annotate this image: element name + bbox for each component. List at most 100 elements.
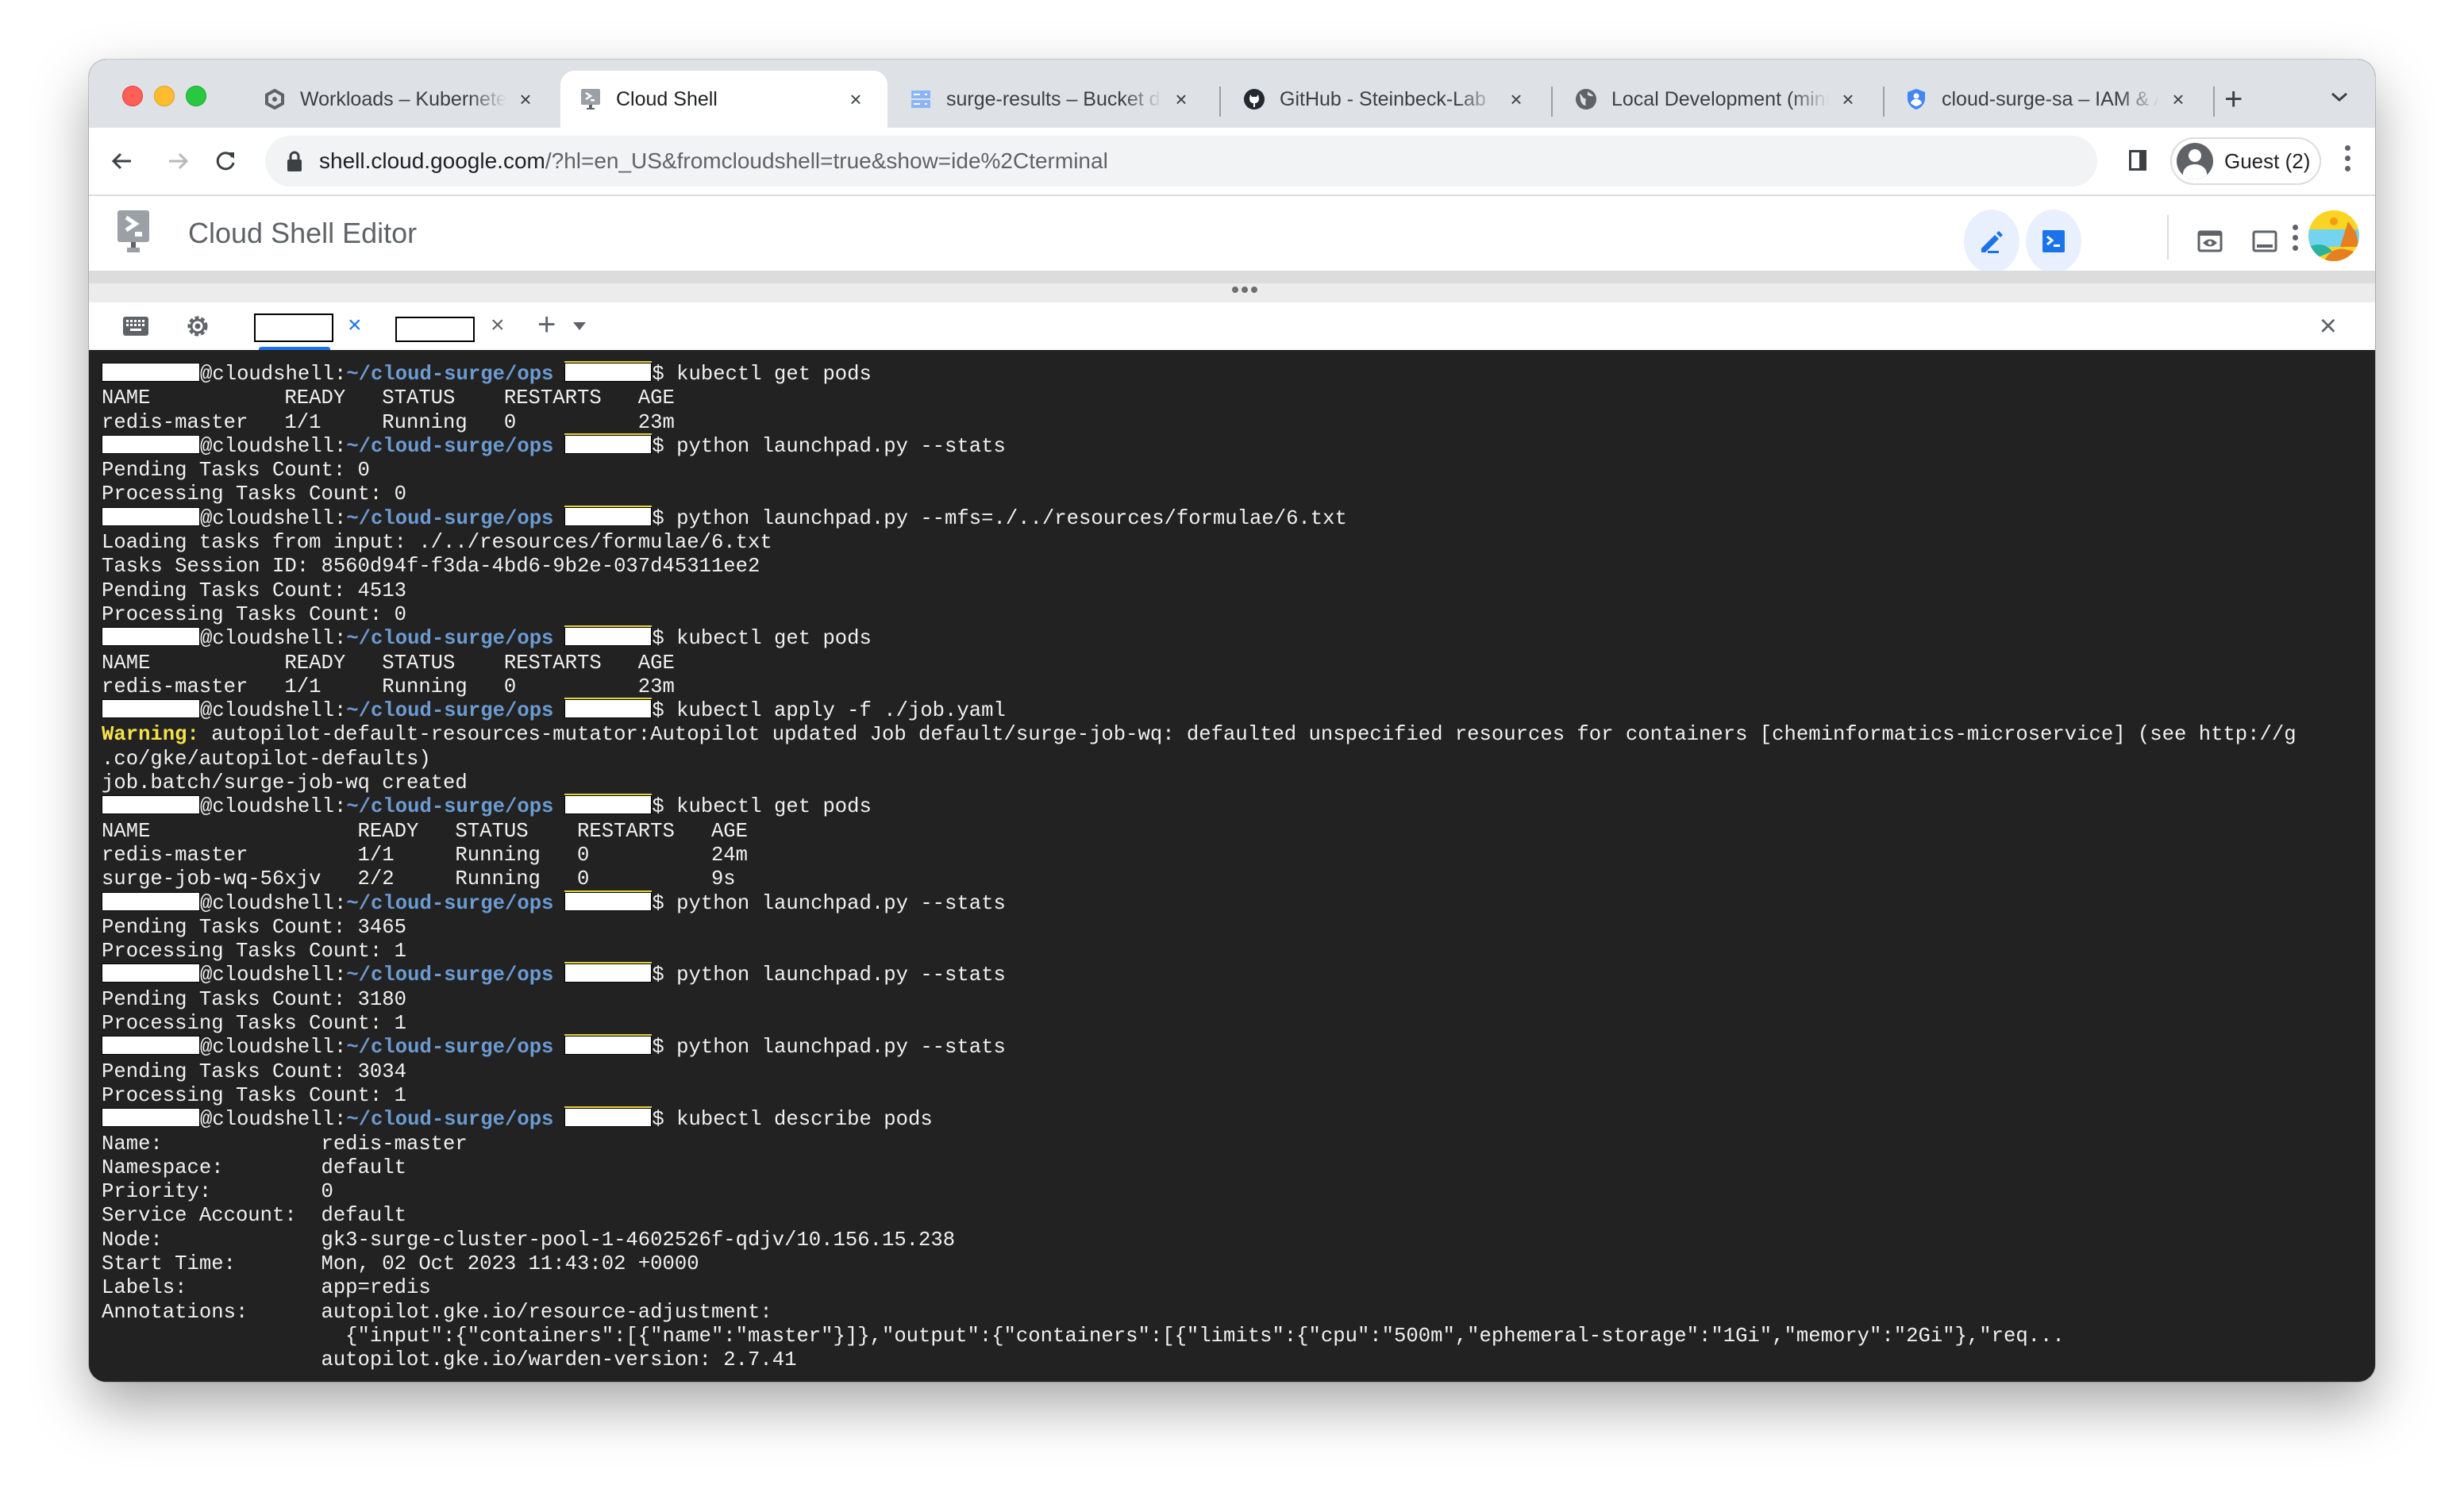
editor-header: Cloud Shell Editor: [89, 196, 2375, 273]
maximize-window-button[interactable]: [186, 86, 206, 106]
command-text: python launchpad.py --stats: [676, 891, 1006, 915]
output-text: Service Account: default: [102, 1204, 406, 1228]
reload-button[interactable]: [208, 144, 243, 179]
globe-icon: [1575, 88, 1597, 110]
prompt-symbol: $: [652, 1108, 677, 1132]
terminal-output-line: NAME READY STATUS RESTARTS AGE: [102, 820, 2362, 844]
tab-search-chevron-icon[interactable]: [2327, 85, 2351, 109]
output-text: Labels: app=redis: [102, 1276, 431, 1300]
output-text: Processing Tasks Count: 1: [102, 1012, 406, 1036]
user-avatar[interactable]: [2308, 210, 2359, 261]
open-terminal-button[interactable]: [2026, 210, 2081, 273]
header-separator: [2167, 215, 2169, 260]
terminal-output-line: Priority: 0: [102, 1180, 2362, 1204]
settings-gear-icon[interactable]: [184, 313, 211, 339]
tab-cloud-shell[interactable]: Cloud Shell ×: [560, 71, 887, 128]
output-text: .co/gke/autopilot-defaults): [102, 747, 431, 771]
output-text: Processing Tasks Count: 1: [102, 1083, 406, 1107]
open-editor-button[interactable]: [1964, 210, 2019, 273]
output-text: Processing Tasks Count: 0: [102, 602, 406, 626]
terminal-prompt-line: @cloudshell:~/cloud-surge/ops $ kubectl a…: [102, 699, 2362, 723]
terminal-prompt-line: @cloudshell:~/cloud-surge/ops $ kubectl g…: [102, 363, 2362, 387]
panel-resize-handle[interactable]: [89, 271, 2375, 302]
iam-shield-icon: [1905, 88, 1927, 110]
avatar-landscape-icon: [2308, 210, 2359, 261]
kubernetes-engine-icon: [264, 88, 286, 110]
terminal-output-line: redis-master 1/1 Running 0 24m: [102, 844, 2362, 867]
tab-workloads[interactable]: Workloads – Kubernetes Engine ×: [244, 71, 557, 128]
back-button[interactable]: [105, 144, 140, 179]
tab-close-button[interactable]: ×: [1837, 87, 1859, 112]
terminal-output-line: {"input":{"containers":[{"name":"master"…: [102, 1325, 2362, 1348]
cloud-storage-icon: [910, 88, 932, 110]
prompt-host: @cloudshell:: [200, 699, 347, 723]
tab-iam[interactable]: cloud-surge-sa – IAM & Admin ×: [1886, 71, 2210, 128]
address-bar[interactable]: shell.cloud.google.com/?hl=en_US&fromclo…: [265, 136, 2097, 187]
prompt-path: ~/cloud-surge/ops: [346, 363, 554, 386]
output-text: redis-master 1/1 Running 0 23m: [102, 675, 675, 698]
terminal-tab-1[interactable]: [254, 313, 333, 342]
tab-close-button[interactable]: ×: [1170, 87, 1192, 112]
more-options-icon[interactable]: [2293, 225, 2299, 251]
keyboard-icon[interactable]: [122, 313, 149, 339]
redacted-username: [102, 627, 200, 647]
terminal-output-line: surge-job-wq-56xjv 2/2 Running 0 9s: [102, 867, 2362, 891]
bottom-panel-icon: [2252, 230, 2277, 252]
reload-icon: [216, 152, 235, 171]
browser-menu-icon[interactable]: [2345, 145, 2351, 171]
toggle-panel-button[interactable]: [2237, 210, 2293, 273]
output-text: Pending Tasks Count: 4513: [102, 579, 406, 602]
prompt-host: @cloudshell:: [200, 363, 347, 386]
output-text: Namespace: default: [102, 1156, 406, 1179]
command-text: kubectl apply -f ./job.yaml: [676, 699, 1006, 723]
add-terminal-dropdown-icon[interactable]: [573, 322, 586, 330]
command-text: kubectl get pods: [676, 627, 872, 651]
browser-window: Workloads – Kubernetes Engine × Cloud Sh…: [89, 60, 2375, 1382]
prompt-path: ~/cloud-surge/ops: [346, 1108, 554, 1132]
side-panel-icon[interactable]: [2129, 150, 2146, 171]
terminal-output-line: Annotations: autopilot.gke.io/resource-a…: [102, 1301, 2362, 1325]
tab-surge-results[interactable]: surge-results – Bucket details ×: [891, 71, 1213, 128]
close-terminal-panel-button[interactable]: ×: [2320, 310, 2337, 342]
web-preview-button[interactable]: [2182, 210, 2238, 273]
redacted-project: [564, 699, 653, 719]
terminal-tab-2-close-button[interactable]: ×: [491, 312, 505, 339]
tab-github[interactable]: GitHub - Steinbeck-Lab ×: [1224, 71, 1548, 128]
terminal-output-line: Processing Tasks Count: 0: [102, 603, 2362, 627]
prompt-host: @cloudshell:: [200, 1108, 347, 1132]
redacted-username: [102, 699, 200, 719]
prompt-host: @cloudshell:: [200, 963, 347, 987]
terminal-prompt-line: @cloudshell:~/cloud-surge/ops $ kubectl d…: [102, 1108, 2362, 1132]
profile-button[interactable]: Guest (2): [2170, 137, 2321, 185]
output-text: {"input":{"containers":[{"name":"master"…: [102, 1324, 2065, 1348]
tab-close-button[interactable]: ×: [845, 87, 867, 112]
add-terminal-button[interactable]: +: [537, 307, 556, 342]
terminal-tab-1-close-button[interactable]: ×: [348, 312, 362, 339]
terminal-output-line: autopilot.gke.io/warden-version: 2.7.41: [102, 1348, 2362, 1372]
tab-close-button[interactable]: ×: [514, 87, 537, 112]
output-text: Pending Tasks Count: 3465: [102, 915, 406, 939]
close-window-button[interactable]: [122, 86, 143, 106]
terminal-output-line: Labels: app=redis: [102, 1276, 2362, 1300]
terminal-output-line: Pending Tasks Count: 3034: [102, 1060, 2362, 1084]
output-text: Pending Tasks Count: 3034: [102, 1060, 406, 1083]
terminal-output[interactable]: @cloudshell:~/cloud-surge/ops $ kubectl g…: [89, 350, 2375, 1382]
tab-local-development[interactable]: Local Development (minikube) ×: [1556, 71, 1880, 128]
redacted-project: [564, 363, 653, 382]
redacted-project: [564, 1108, 653, 1128]
output-text: autopilot.gke.io/warden-version: 2.7.41: [102, 1348, 797, 1372]
output-text: Start Time: Mon, 02 Oct 2023 11:43:02 +0…: [102, 1252, 699, 1275]
new-tab-button[interactable]: +: [2224, 83, 2243, 115]
output-text: Annotations: autopilot.gke.io/resource-a…: [102, 1300, 772, 1324]
tab-close-button[interactable]: ×: [1505, 87, 1527, 112]
output-text: Processing Tasks Count: 0: [102, 483, 406, 506]
redacted-username: [102, 434, 200, 454]
terminal-tab-bar: × × + ×: [89, 302, 2375, 351]
minimize-window-button[interactable]: [154, 86, 175, 106]
cloud-shell-icon: [579, 88, 602, 110]
tab-close-button[interactable]: ×: [2167, 87, 2189, 112]
tab-title: GitHub - Steinbeck-Lab: [1280, 87, 1486, 110]
drag-handle-icon: [1232, 287, 1257, 293]
terminal-tab-2[interactable]: [395, 317, 475, 342]
forward-button[interactable]: [160, 144, 195, 179]
